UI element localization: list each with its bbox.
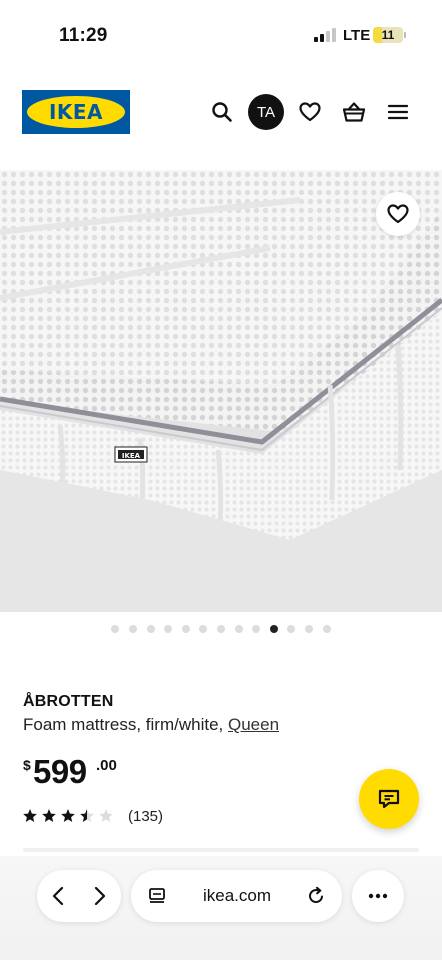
section-divider — [23, 848, 419, 852]
star-icon — [42, 809, 56, 822]
product-description-text: Foam mattress, firm/white, — [23, 715, 228, 734]
image-carousel-dots — [0, 625, 442, 635]
heart-icon[interactable] — [294, 96, 326, 128]
battery-cap — [404, 32, 406, 38]
battery-icon: 11 — [373, 27, 403, 43]
url-text: ikea.com — [203, 886, 272, 905]
heart-icon — [387, 204, 409, 224]
page-menu-icon[interactable] — [141, 880, 173, 912]
carousel-dot[interactable] — [287, 625, 296, 633]
carousel-dot[interactable] — [252, 625, 261, 633]
price-decimal: .00 — [96, 757, 117, 774]
status-bar: 11:29 LTE 11 — [0, 0, 442, 72]
star-icon — [80, 809, 94, 822]
product-name: ÅBROTTEN — [23, 693, 114, 710]
battery-percent: 11 — [381, 28, 395, 42]
carousel-dot[interactable] — [129, 625, 138, 633]
more-options-icon[interactable] — [362, 880, 394, 912]
logo-oval: IKEA — [27, 96, 125, 128]
carousel-dot[interactable] — [146, 625, 155, 633]
carousel-dot[interactable] — [322, 625, 331, 633]
rating-stars — [22, 808, 114, 824]
carousel-dot[interactable] — [217, 625, 225, 633]
product-description: Foam mattress, firm/white, Queen — [23, 715, 279, 735]
carousel-dot[interactable] — [164, 625, 173, 633]
carousel-dot[interactable] — [269, 625, 278, 633]
product-image[interactable]: IKEA — [0, 170, 442, 612]
carousel-dot[interactable] — [234, 625, 243, 633]
ikea-logo[interactable]: IKEA — [22, 90, 130, 134]
carousel-dot[interactable] — [304, 625, 313, 633]
more-options-pill — [352, 870, 404, 922]
forward-icon[interactable] — [84, 880, 116, 912]
back-icon[interactable] — [42, 880, 74, 912]
price-currency: $ — [23, 757, 31, 773]
review-count[interactable]: (135) — [128, 808, 163, 825]
chat-button[interactable] — [359, 769, 419, 829]
basket-icon[interactable] — [338, 96, 370, 128]
star-icon — [61, 809, 75, 822]
reload-icon[interactable] — [300, 880, 332, 912]
menu-icon[interactable] — [382, 96, 414, 128]
carousel-dot[interactable] — [181, 625, 190, 633]
svg-text:IKEA: IKEA — [122, 452, 141, 460]
carousel-dot[interactable] — [199, 625, 208, 633]
cellular-signal-icon — [314, 28, 336, 42]
save-to-favourites-button[interactable] — [376, 192, 420, 236]
browser-toolbar: ikea.com — [0, 856, 442, 960]
star-icon — [99, 809, 113, 822]
address-bar[interactable]: ikea.com — [131, 870, 342, 922]
chat-icon — [378, 789, 400, 809]
browser-nav-pill — [37, 870, 121, 922]
search-icon[interactable] — [206, 96, 238, 128]
status-time: 11:29 — [59, 25, 108, 46]
carousel-dot[interactable] — [111, 625, 120, 633]
product-rating[interactable]: (135) — [22, 806, 163, 826]
product-size-link[interactable]: Queen — [228, 715, 279, 734]
network-type: LTE — [343, 27, 371, 44]
price-integer: 599 — [33, 753, 87, 790]
star-icon — [23, 809, 37, 822]
logo-text: IKEA — [48, 100, 104, 124]
site-header: IKEA TA — [0, 80, 442, 144]
account-avatar[interactable]: TA — [248, 94, 284, 130]
